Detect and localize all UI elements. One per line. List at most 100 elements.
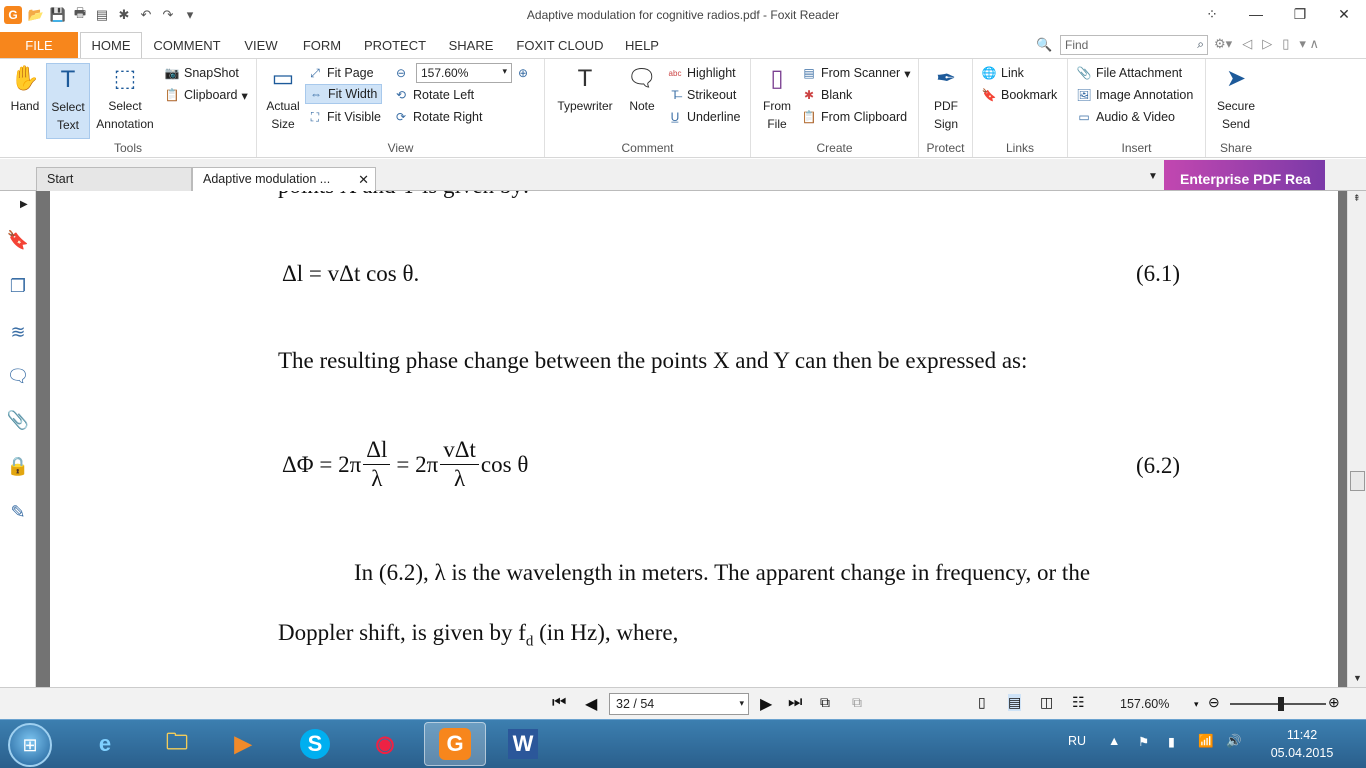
scroll-thumb[interactable] bbox=[1350, 471, 1365, 491]
expand-pane-icon[interactable]: ▶ bbox=[20, 199, 28, 210]
system-clock[interactable]: 11:42 05.04.2015 bbox=[1262, 726, 1342, 762]
clipboard-button[interactable]: 📋 Clipboard ▾ bbox=[164, 85, 248, 105]
snapshot-button[interactable]: 📷 SnapShot bbox=[164, 63, 239, 83]
tab-file[interactable]: FILE bbox=[0, 32, 78, 58]
zoom-in-button[interactable]: ⊕ bbox=[515, 63, 531, 83]
comments-panel-icon[interactable]: 🗨 bbox=[7, 365, 30, 387]
last-page-icon[interactable]: ⏭ bbox=[788, 694, 802, 712]
tab-comment[interactable]: COMMENT bbox=[148, 32, 226, 58]
scroll-down-icon[interactable]: ▼ bbox=[1353, 673, 1362, 683]
from-file-button[interactable]: ▯ From File bbox=[757, 63, 797, 133]
zoom-in-circle-icon[interactable]: ⊕ bbox=[1328, 694, 1340, 711]
secure-send-button[interactable]: ➤ Secure Send bbox=[1212, 63, 1260, 133]
fit-width-button[interactable]: ⇔ Fit Width bbox=[305, 84, 383, 104]
tab-share[interactable]: SHARE bbox=[442, 32, 500, 58]
hand-tool-button[interactable]: ✋ Hand bbox=[6, 63, 44, 115]
zoom-select[interactable]: 157.60% ▾ bbox=[416, 63, 512, 83]
vertical-scrollbar[interactable]: ⇞ ▼ bbox=[1347, 191, 1366, 687]
search-icon[interactable]: ⌕ bbox=[1197, 37, 1204, 52]
select-text-button[interactable]: T Select Text bbox=[46, 63, 90, 139]
previous-view-icon[interactable]: ⧉ bbox=[820, 694, 830, 711]
facing-page-icon[interactable]: ◫ bbox=[1040, 694, 1053, 711]
chevron-down-icon[interactable]: ▾ bbox=[1194, 699, 1199, 710]
network-icon[interactable]: 📶 bbox=[1198, 734, 1214, 749]
tab-home[interactable]: HOME bbox=[80, 32, 142, 59]
tab-foxit-cloud[interactable]: FOXIT CLOUD bbox=[510, 32, 610, 58]
security-lock-icon[interactable]: 🔒 bbox=[7, 455, 29, 477]
zoom-slider-knob[interactable] bbox=[1278, 697, 1284, 711]
continuous-facing-icon[interactable]: ☷ bbox=[1072, 694, 1085, 711]
enterprise-promo-banner[interactable]: Enterprise PDF Rea bbox=[1164, 160, 1325, 190]
from-clipboard-button[interactable]: 📋 From Clipboard bbox=[801, 107, 908, 127]
collapse-ribbon-icon[interactable]: ▾ ∧ bbox=[1299, 36, 1319, 52]
ribbon-options-icon[interactable]: ⁘ bbox=[1190, 0, 1234, 28]
internet-explorer-icon[interactable]: e bbox=[74, 722, 136, 766]
signatures-panel-icon[interactable]: ✎ bbox=[7, 501, 29, 523]
tab-document[interactable]: Adaptive modulation ... ✕ bbox=[192, 167, 376, 191]
close-button[interactable]: ✕ bbox=[1322, 0, 1366, 28]
tab-form[interactable]: FORM bbox=[296, 32, 348, 58]
single-page-icon[interactable]: ▯ bbox=[978, 694, 986, 711]
tab-start[interactable]: Start bbox=[36, 167, 192, 191]
pdf-sign-button[interactable]: ✒ PDF Sign bbox=[925, 63, 967, 133]
file-attachment-button[interactable]: 📎 File Attachment bbox=[1076, 63, 1183, 83]
underline-button[interactable]: U̲ Underline bbox=[667, 107, 741, 127]
bookmark-button[interactable]: 🔖 Bookmark bbox=[981, 85, 1058, 105]
windows-start-icon[interactable]: ⊞ bbox=[8, 723, 52, 767]
language-indicator[interactable]: RU bbox=[1068, 734, 1086, 748]
link-button[interactable]: 🌐 Link bbox=[981, 63, 1024, 83]
bookmarks-panel-icon[interactable]: 🔖 bbox=[7, 229, 29, 251]
volume-icon[interactable]: 🔊 bbox=[1226, 734, 1242, 749]
fit-page-button[interactable]: ⤢ Fit Page bbox=[307, 63, 373, 83]
layers-panel-icon[interactable]: ≋ bbox=[7, 321, 29, 343]
settings-gear-icon[interactable]: ⚙▾ bbox=[1214, 36, 1232, 52]
word-icon[interactable]: W bbox=[492, 722, 554, 766]
audio-video-button[interactable]: ▭ Audio & Video bbox=[1076, 107, 1175, 127]
show-hidden-icons-icon[interactable]: ▲ bbox=[1108, 734, 1120, 748]
next-view-icon[interactable]: ⧉ bbox=[852, 694, 862, 711]
zoom-out-button[interactable]: ⊖ bbox=[393, 63, 409, 83]
next-page-icon[interactable]: ▶ bbox=[760, 694, 772, 714]
prev-arrow-icon[interactable]: ◁ bbox=[1242, 36, 1252, 52]
tab-view[interactable]: VIEW bbox=[236, 32, 286, 58]
continuous-page-icon[interactable]: ▤ bbox=[1008, 694, 1022, 711]
highlight-button[interactable]: abc Highlight bbox=[667, 63, 736, 83]
skype-icon[interactable]: S bbox=[284, 722, 346, 766]
action-center-flag-icon[interactable]: ⚑ bbox=[1138, 734, 1149, 749]
power-icon[interactable]: ▮ bbox=[1168, 734, 1175, 749]
zoom-out-circle-icon[interactable]: ⊖ bbox=[1208, 694, 1220, 711]
minimize-button[interactable]: — bbox=[1234, 0, 1278, 28]
pdf-page[interactable]: points X and Y is given by: Δl = vΔt cos… bbox=[50, 191, 1338, 687]
fit-visible-button[interactable]: ⛶ Fit Visible bbox=[307, 107, 381, 127]
attachments-panel-icon[interactable]: 📎 bbox=[7, 409, 29, 431]
rotate-left-button[interactable]: ⟲ Rotate Left bbox=[393, 85, 474, 105]
file-explorer-icon[interactable]: 🗀 bbox=[146, 722, 208, 766]
actual-size-button[interactable]: ▭ Actual Size bbox=[261, 63, 305, 133]
strikeout-button[interactable]: T̶ Strikeout bbox=[667, 85, 736, 105]
select-annotation-button[interactable]: ⬚ Select Annotation bbox=[92, 63, 158, 133]
blank-button[interactable]: ✱ Blank bbox=[801, 85, 852, 105]
find-folder-icon[interactable]: 🔍 bbox=[1036, 37, 1052, 53]
status-zoom-value[interactable]: 157.60% bbox=[1120, 697, 1169, 711]
next-arrow-icon[interactable]: ▷ bbox=[1262, 36, 1272, 52]
first-page-icon[interactable]: ⏮ bbox=[552, 694, 566, 712]
find-input[interactable]: Find ⌕ bbox=[1060, 35, 1208, 55]
tab-list-dropdown-icon[interactable]: ▼ bbox=[1148, 171, 1158, 182]
close-tab-icon[interactable]: ✕ bbox=[358, 172, 369, 188]
restore-button[interactable]: ❐ bbox=[1278, 0, 1322, 28]
user-icon[interactable]: ▯ bbox=[1282, 36, 1289, 52]
media-player-icon[interactable]: ▶ bbox=[212, 722, 274, 766]
prev-page-icon[interactable]: ◀ bbox=[585, 694, 597, 714]
chrome-icon[interactable]: ◉ bbox=[354, 722, 416, 766]
tab-help[interactable]: HELP bbox=[620, 32, 664, 58]
rotate-right-button[interactable]: ⟳ Rotate Right bbox=[393, 107, 483, 127]
image-annotation-button[interactable]: 🖼 Image Annotation bbox=[1076, 85, 1193, 105]
typewriter-button[interactable]: T Typewriter bbox=[551, 63, 619, 115]
from-scanner-button[interactable]: ▤ From Scanner ▾ bbox=[801, 63, 910, 83]
foxit-reader-taskbar-icon[interactable]: G bbox=[424, 722, 486, 766]
scroll-top-icon[interactable]: ⇞ bbox=[1353, 193, 1361, 204]
page-number-input[interactable]: 32 / 54 ▾ bbox=[609, 693, 749, 715]
tab-protect[interactable]: PROTECT bbox=[358, 32, 432, 58]
note-button[interactable]: 🗨 Note bbox=[623, 63, 661, 115]
pages-panel-icon[interactable]: ❐ bbox=[7, 275, 29, 297]
